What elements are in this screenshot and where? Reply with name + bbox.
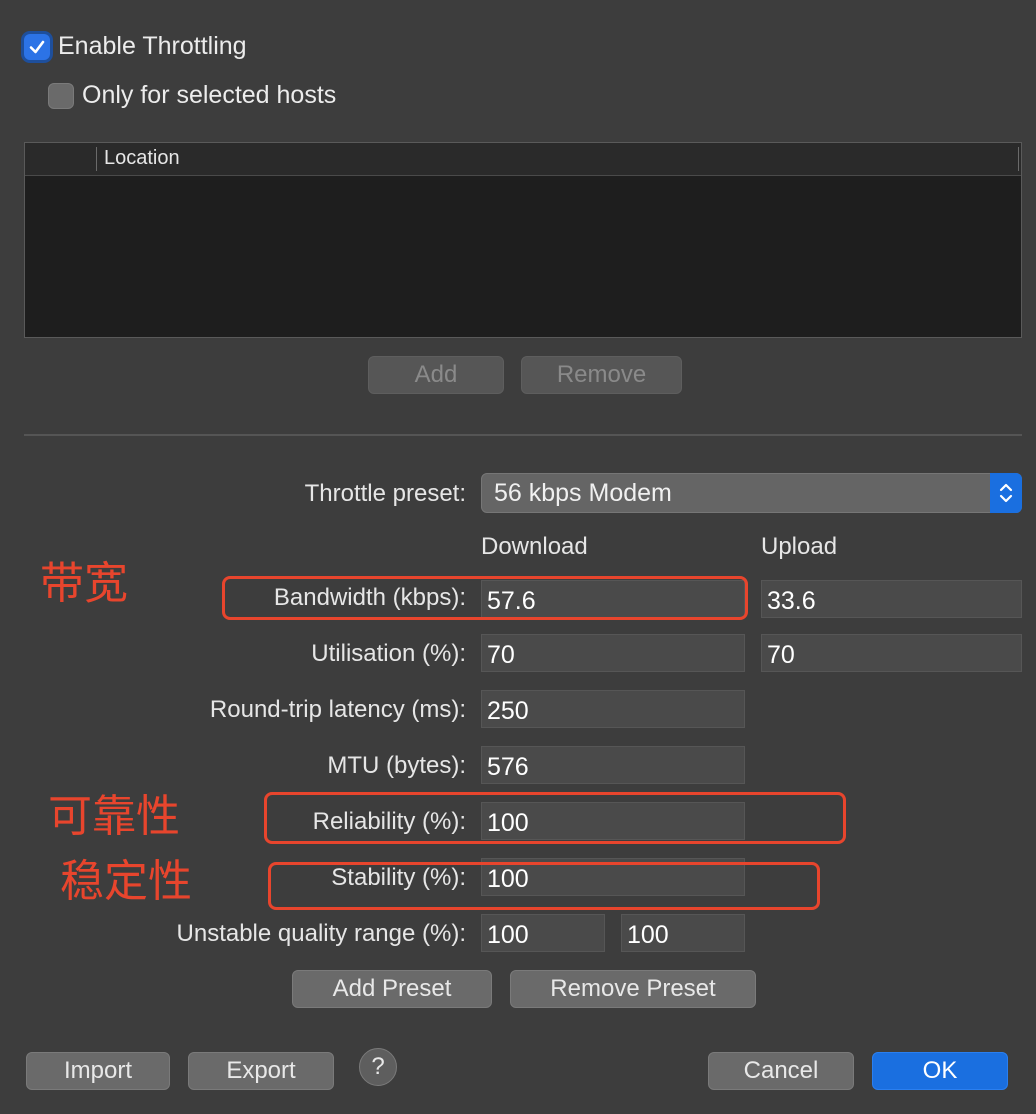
checkmark-icon [29, 40, 45, 53]
utilisation-label: Utilisation (%): [311, 640, 466, 667]
latency-label: Round-trip latency (ms): [209, 696, 466, 723]
select-stepper-icon [990, 473, 1022, 513]
utilisation-upload-field[interactable]: 70 [761, 634, 1022, 672]
hosts-table-header: Location [25, 143, 1021, 176]
only-selected-hosts-row[interactable]: Only for selected hosts [48, 81, 336, 110]
throttle-preset-label: Throttle preset: [304, 480, 466, 507]
annotation-box-reliability [264, 792, 846, 844]
unstable-range-label: Unstable quality range (%): [176, 920, 466, 947]
enable-throttling-checkbox[interactable] [24, 33, 50, 60]
only-selected-hosts-label: Only for selected hosts [82, 81, 337, 109]
enable-throttling-label: Enable Throttling [58, 32, 247, 60]
add-preset-button[interactable]: Add Preset [292, 970, 492, 1008]
enable-throttling-row[interactable]: Enable Throttling [24, 32, 247, 61]
annotation-box-stability [268, 862, 820, 910]
remove-preset-button[interactable]: Remove Preset [510, 970, 756, 1008]
throttle-preset-select[interactable]: 56 kbps Modem [481, 473, 1022, 513]
mtu-field[interactable]: 576 [481, 746, 745, 784]
utilisation-download-field[interactable]: 70 [481, 634, 745, 672]
unstable-range-max-field[interactable]: 100 [621, 914, 745, 952]
annotation-stability: 稳定性 [60, 856, 192, 907]
remove-host-button[interactable]: Remove [521, 356, 682, 394]
annotation-bandwidth: 带宽 [40, 558, 128, 609]
mtu-label: MTU (bytes): [327, 752, 466, 779]
help-button[interactable]: ? [359, 1048, 397, 1086]
cancel-button[interactable]: Cancel [708, 1052, 854, 1090]
only-selected-hosts-checkbox[interactable] [48, 82, 74, 109]
export-button[interactable]: Export [188, 1052, 334, 1090]
column-separator[interactable] [96, 147, 97, 171]
latency-field[interactable]: 250 [481, 690, 745, 728]
annotation-reliability: 可靠性 [48, 791, 180, 842]
ok-button[interactable]: OK [872, 1052, 1008, 1090]
annotation-box-bandwidth [222, 576, 748, 620]
import-button[interactable]: Import [26, 1052, 170, 1090]
column-separator[interactable] [1018, 147, 1019, 171]
download-column-header: Download [481, 533, 588, 560]
column-header-location[interactable]: Location [104, 147, 180, 170]
unstable-range-min-field[interactable]: 100 [481, 914, 605, 952]
bandwidth-upload-field[interactable]: 33.6 [761, 580, 1022, 618]
upload-column-header: Upload [761, 533, 838, 560]
section-divider [24, 434, 1022, 436]
hosts-table[interactable]: Location [24, 142, 1022, 338]
add-host-button[interactable]: Add [368, 356, 504, 394]
throttle-preset-value: 56 kbps Modem [494, 479, 672, 507]
